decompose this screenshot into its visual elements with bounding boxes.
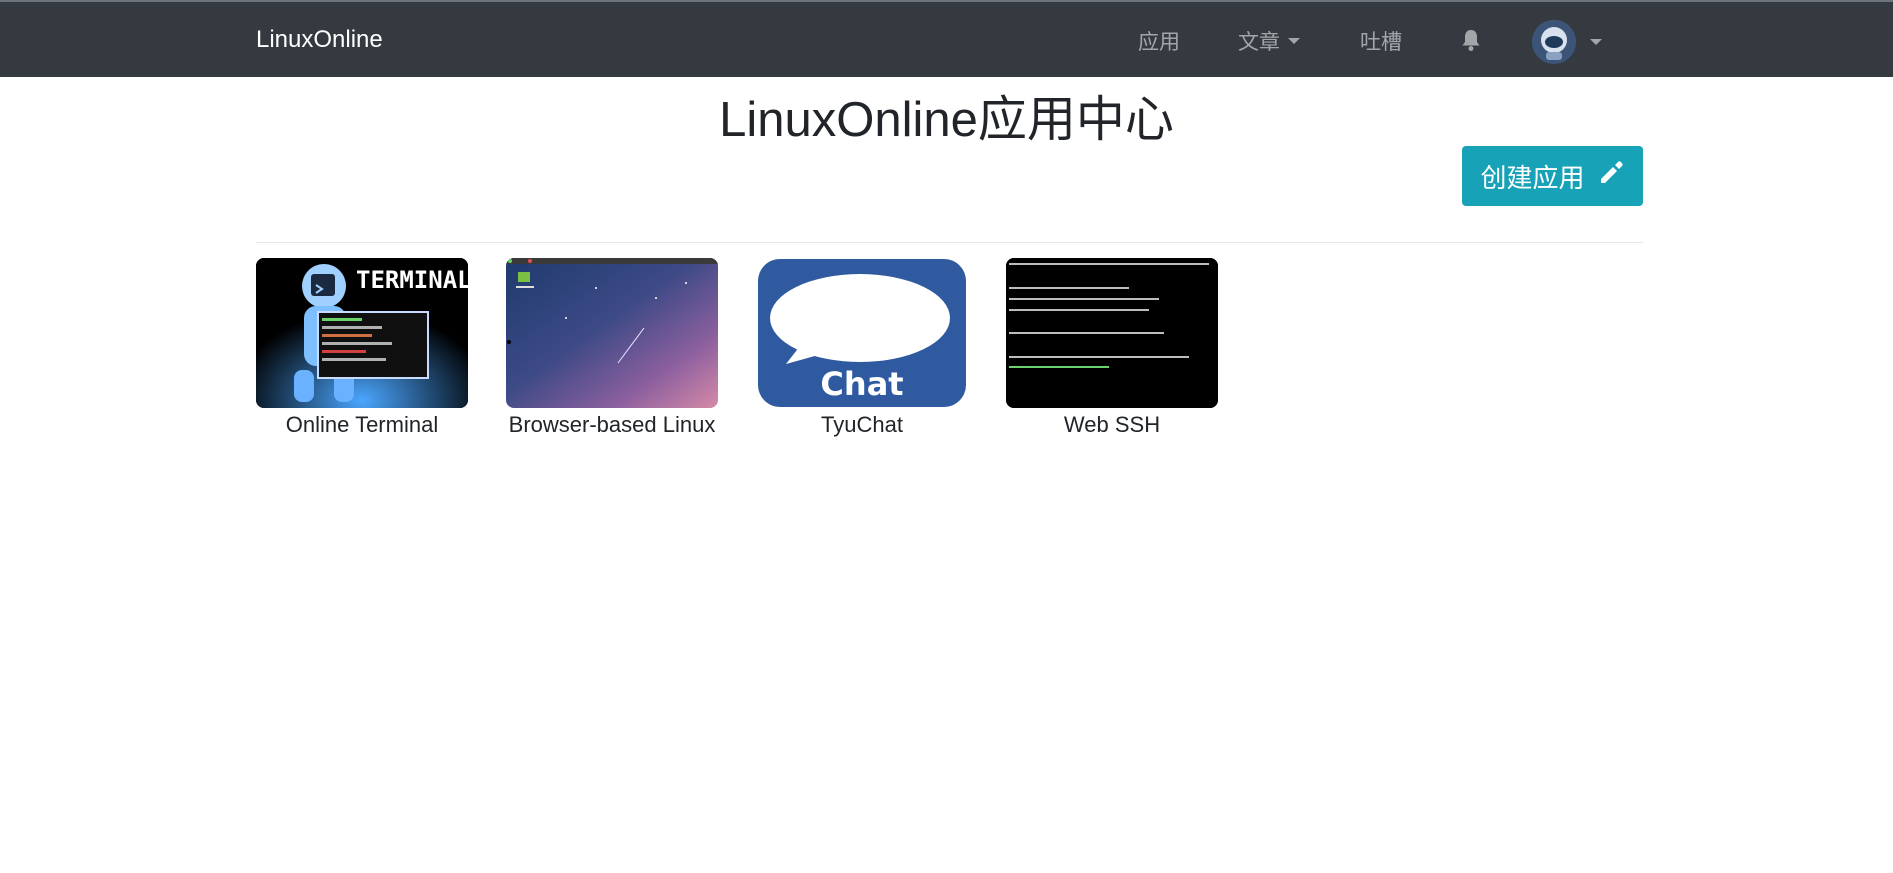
brand-link[interactable]: LinuxOnline [256, 26, 383, 54]
terminal-thumb-text: TERMINAL [356, 266, 468, 294]
caret-down-icon [1288, 38, 1300, 44]
create-app-button-label: 创建应用 [1480, 162, 1585, 193]
bell-icon[interactable] [1460, 28, 1482, 52]
nav-item-rants-label: 吐槽 [1360, 31, 1402, 54]
app-card-web-ssh[interactable]: Web SSH [1006, 258, 1218, 438]
app-card-tyuchat[interactable]: Chat TyuChat [756, 258, 968, 438]
nav-item-apps-label: 应用 [1138, 31, 1180, 54]
pencil-icon [1597, 159, 1625, 194]
page-title: LinuxOnline应用中心 [719, 93, 1174, 147]
browser-linux-thumbnail [506, 258, 718, 408]
nav-item-apps[interactable]: 应用 [1138, 26, 1180, 56]
avatar [1532, 20, 1576, 64]
tyuchat-thumbnail: Chat [756, 258, 968, 408]
app-card-online-terminal[interactable]: TERMINAL Online Terminal [256, 258, 468, 438]
caret-down-icon [1590, 39, 1602, 45]
web-ssh-thumbnail [1006, 258, 1218, 408]
nav-item-rants[interactable]: 吐槽 [1360, 26, 1402, 56]
app-card-browser-linux[interactable]: Browser-based Linux [506, 258, 718, 438]
divider [256, 242, 1643, 243]
app-name-online-terminal: Online Terminal [285, 412, 439, 437]
app-name-browser-linux: Browser-based Linux [508, 412, 716, 437]
app-name-tyuchat: TyuChat [821, 412, 903, 437]
online-terminal-thumbnail: TERMINAL [256, 258, 468, 408]
nav-item-articles-label: 文章 [1238, 31, 1280, 54]
top-navbar: LinuxOnline 应用 文章 吐槽 [0, 0, 1893, 77]
user-menu[interactable] [1532, 20, 1602, 64]
chat-thumb-text: Chat [820, 365, 903, 403]
nav-item-articles[interactable]: 文章 [1238, 26, 1300, 56]
create-app-button[interactable]: 创建应用 [1462, 146, 1643, 206]
app-name-web-ssh: Web SSH [1063, 412, 1161, 437]
